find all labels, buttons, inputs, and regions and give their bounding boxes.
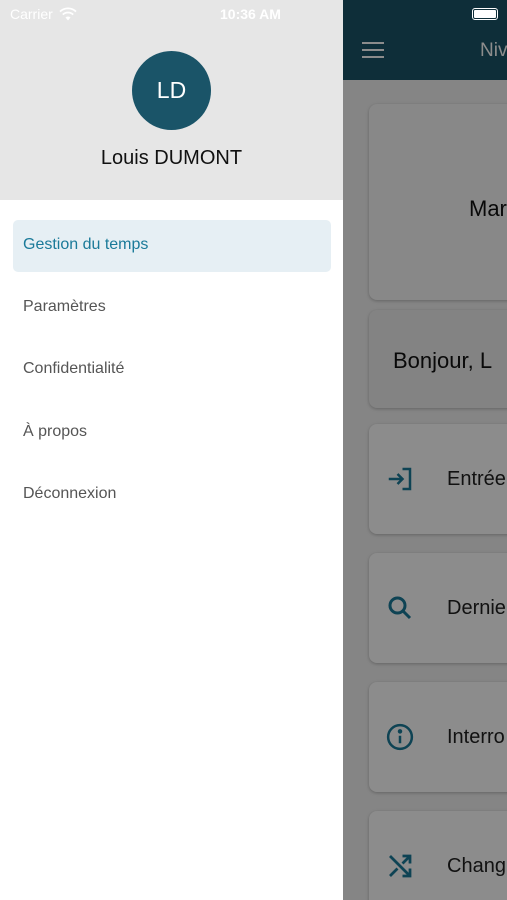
user-name: Louis DUMONT xyxy=(100,147,243,169)
nav-item-time-management[interactable]: Gestion du temps xyxy=(13,220,331,272)
nav-item-logout[interactable]: Déconnexion xyxy=(13,469,331,521)
drawer-header: Carrier 10:36 AM LD Louis DUMONT xyxy=(0,0,343,200)
wifi-icon xyxy=(59,7,77,21)
nav-item-label: Déconnexion xyxy=(23,485,117,502)
nav-item-label: Gestion du temps xyxy=(23,236,149,253)
status-time: 10:36 AM xyxy=(220,6,281,22)
nav-item-label: Confidentialité xyxy=(23,360,125,377)
nav-item-settings[interactable]: Paramètres xyxy=(13,282,331,334)
status-carrier: Carrier xyxy=(10,6,77,22)
avatar: LD xyxy=(132,51,211,130)
nav-item-label: Paramètres xyxy=(23,298,106,315)
battery-icon xyxy=(472,8,498,20)
nav-item-privacy[interactable]: Confidentialité xyxy=(13,344,331,396)
nav-item-about[interactable]: À propos xyxy=(13,407,331,459)
navigation-drawer: Carrier 10:36 AM LD Louis DUMONT Gestion… xyxy=(0,0,343,900)
nav-item-label: À propos xyxy=(23,423,88,440)
